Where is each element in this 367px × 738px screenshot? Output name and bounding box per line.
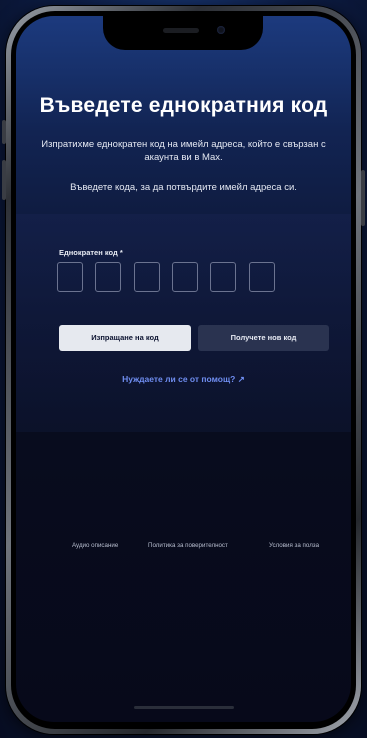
- code-digit-input[interactable]: [57, 262, 83, 292]
- page-subtitle: Изпратихме еднократен код на имейл адрес…: [41, 139, 326, 163]
- phone-notch: [103, 16, 263, 50]
- code-field-label: Еднократен код *: [59, 248, 123, 257]
- page-title: Въведете еднократния код: [39, 94, 328, 117]
- phone-screen: Въведете еднократния код Изпратихме едно…: [16, 16, 351, 722]
- front-camera: [217, 26, 225, 34]
- footer-link-audio-description[interactable]: Аудио описание: [72, 542, 118, 549]
- phone-side-button: [2, 120, 6, 144]
- code-digit-input[interactable]: [134, 262, 160, 292]
- help-link[interactable]: Нуждаете ли се от помощ? ↗: [16, 374, 351, 385]
- speaker-grille: [163, 28, 199, 33]
- code-digit-input[interactable]: [249, 262, 275, 292]
- home-indicator: [134, 706, 234, 709]
- code-form-panel: [16, 214, 351, 432]
- phone-side-button: [2, 160, 6, 200]
- resend-code-button[interactable]: Получете нов код: [198, 325, 329, 351]
- page-instruction: Въведете кода, за да потвърдите имейл ад…: [70, 182, 297, 193]
- footer-link-privacy-policy[interactable]: Политика за поверителност: [148, 542, 228, 549]
- footer: Аудио описание Политика за поверителност…: [16, 542, 351, 552]
- code-digit-input[interactable]: [172, 262, 198, 292]
- submit-code-button[interactable]: Изпращане на код: [59, 325, 191, 351]
- footer-link-terms[interactable]: Условия за полза: [269, 542, 319, 549]
- code-digit-input[interactable]: [95, 262, 121, 292]
- code-digit-input[interactable]: [210, 262, 236, 292]
- phone-side-button: [361, 170, 365, 226]
